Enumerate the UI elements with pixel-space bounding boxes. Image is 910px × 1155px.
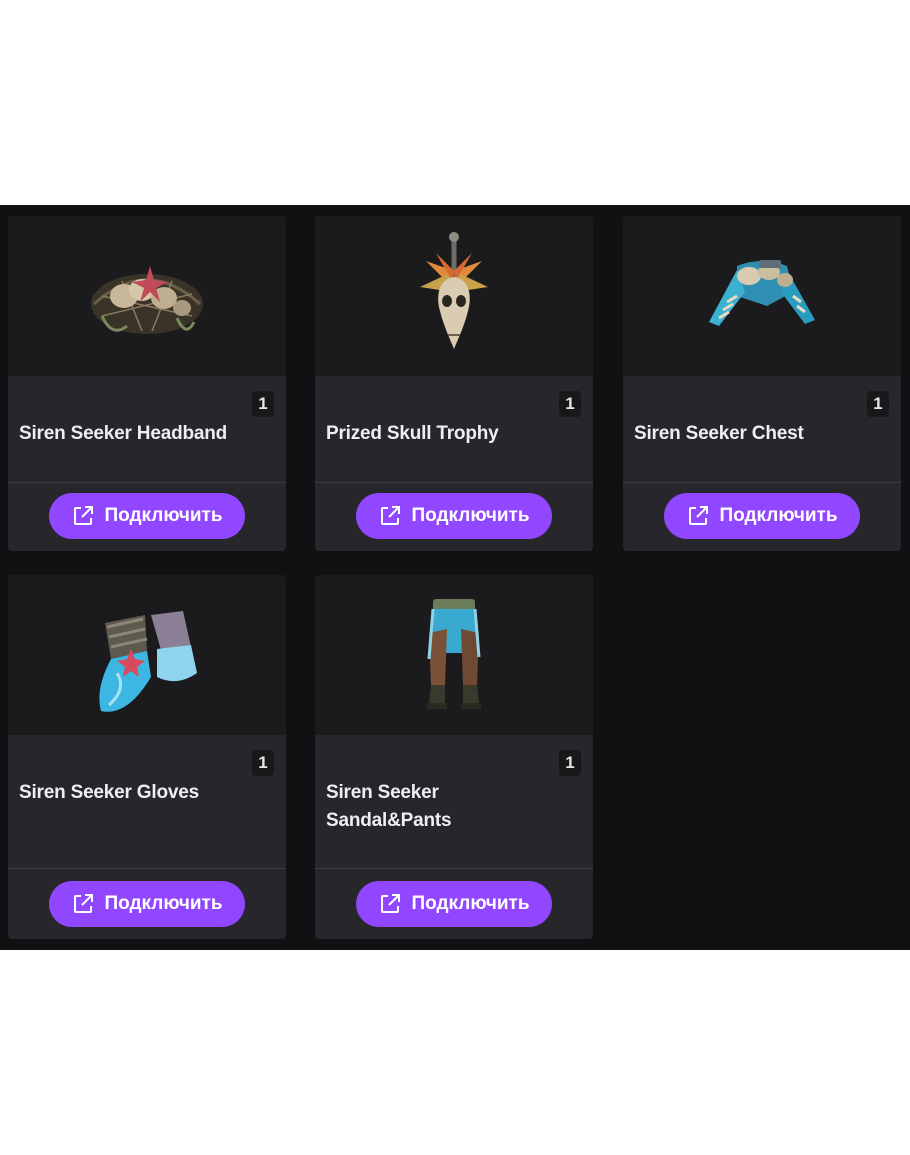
item-name: Siren Seeker Gloves xyxy=(19,782,199,803)
drop-card-chest: 1 Siren Seeker Chest Подключить xyxy=(623,216,901,551)
headband-icon xyxy=(91,266,203,334)
connect-button[interactable]: Подключить xyxy=(356,881,552,927)
connect-button-label: Подключить xyxy=(719,505,838,526)
item-name: Prized Skull Trophy xyxy=(326,423,499,444)
pants-icon xyxy=(427,598,481,709)
quantity-badge: 1 xyxy=(252,750,274,776)
drop-card-gloves: 1 Siren Seeker Gloves Подключить xyxy=(8,575,286,939)
external-link-icon xyxy=(71,504,95,528)
connect-button[interactable]: Подключить xyxy=(664,493,860,539)
skull-trophy-icon xyxy=(420,232,488,349)
connect-button-label: Подключить xyxy=(104,893,223,914)
item-image xyxy=(623,216,901,376)
item-name: Siren Seeker Sandal&Pants xyxy=(326,782,452,831)
item-image xyxy=(315,216,593,376)
connect-button-label: Подключить xyxy=(411,505,530,526)
connect-button[interactable]: Подключить xyxy=(49,493,245,539)
quantity-badge: 1 xyxy=(252,391,274,417)
chest-armor-icon xyxy=(709,260,815,326)
item-image xyxy=(8,575,286,735)
connect-button[interactable]: Подключить xyxy=(356,493,552,539)
drop-card-headband: 1 Siren Seeker Headband Подключить xyxy=(8,216,286,551)
connect-button[interactable]: Подключить xyxy=(49,881,245,927)
connect-button-label: Подключить xyxy=(104,505,223,526)
item-name: Siren Seeker Chest xyxy=(634,423,804,444)
drop-card-sandal-pants: 1 Siren Seeker Sandal&Pants Подключить xyxy=(315,575,593,939)
external-link-icon xyxy=(686,504,710,528)
item-image xyxy=(8,216,286,376)
quantity-badge: 1 xyxy=(559,391,581,417)
external-link-icon xyxy=(378,892,402,916)
drops-panel: 1 Siren Seeker Headband Подключить 1 Pri… xyxy=(0,205,910,950)
item-image xyxy=(315,575,593,735)
quantity-badge: 1 xyxy=(559,750,581,776)
connect-button-label: Подключить xyxy=(411,893,530,914)
external-link-icon xyxy=(378,504,402,528)
gloves-icon xyxy=(99,610,197,712)
item-name: Siren Seeker Headband xyxy=(19,423,228,444)
quantity-badge: 1 xyxy=(867,391,889,417)
drop-card-skull-trophy: 1 Prized Skull Trophy Подключить xyxy=(315,216,593,551)
external-link-icon xyxy=(71,892,95,916)
